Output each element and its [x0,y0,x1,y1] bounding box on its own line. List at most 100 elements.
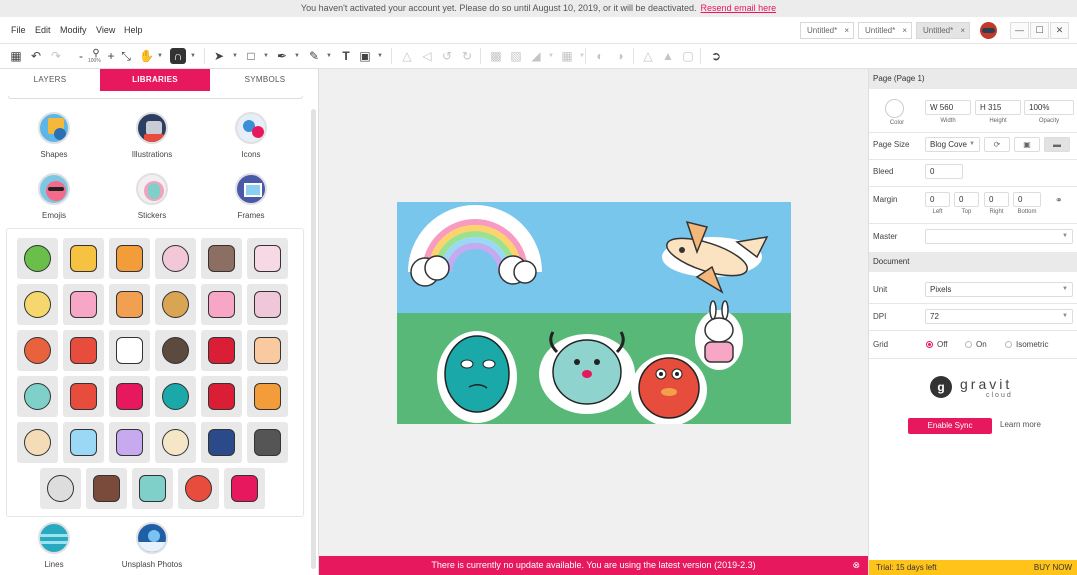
portrait-button[interactable]: ▣ [1014,137,1040,152]
library-emojis[interactable]: Emojis [9,173,99,220]
image-tool-icon[interactable]: ▣ [358,49,372,63]
sticker-crab-red[interactable] [63,376,104,417]
library-illustrations[interactable]: Illustrations [107,112,197,159]
margin-bottom-field[interactable]: 0 [1013,192,1041,207]
library-icons[interactable]: Icons [206,112,296,159]
close-tab-icon[interactable]: × [902,23,907,38]
sticker-fox-glasses[interactable] [109,284,150,325]
tab-libraries[interactable]: LIBRARIES [100,69,210,91]
sticker-watermelon[interactable] [178,468,219,509]
master-select[interactable]: ▼ [925,229,1073,244]
pointer-tool-icon[interactable]: ➤ [212,49,226,63]
margin-top-field[interactable]: 0 [954,192,979,207]
resend-email-link[interactable]: Resend email here [701,3,777,13]
sticker-rainbow-cat[interactable] [17,284,58,325]
text-tool-icon[interactable]: T [339,49,353,63]
chevron-down-icon[interactable]: ▼ [377,53,383,59]
color-swatch[interactable] [885,99,904,118]
mask-icon[interactable]: ◐ [593,49,607,63]
export-icon[interactable]: ➲ [709,49,723,63]
sticker-banana[interactable] [63,238,104,279]
library-search-input[interactable] [8,96,303,99]
enable-sync-button[interactable]: Enable Sync [908,418,992,434]
align-icon[interactable]: ▦ [560,49,574,63]
ungroup-icon[interactable]: ▧ [509,49,523,63]
sticker-unicorn[interactable] [132,468,173,509]
group-icon[interactable]: ▩ [489,49,503,63]
menu-modify[interactable]: Modify [60,25,87,35]
learn-more-link[interactable]: Learn more [1000,420,1041,429]
sticker-skull[interactable] [155,422,196,463]
document-tab-1[interactable]: Untitled* × [800,22,854,39]
library-stickers[interactable]: Stickers [107,173,197,220]
outline-icon[interactable]: ▲ [661,49,675,63]
chevron-down-icon[interactable]: ▼ [294,53,300,59]
chevron-down-icon[interactable]: ▼ [157,53,163,59]
grid-isometric-radio[interactable] [1005,341,1012,348]
sticker-ghost[interactable] [109,330,150,371]
sticker-shell[interactable] [109,422,150,463]
boolean-icon[interactable]: ◑ [613,49,627,63]
zoom-in-icon[interactable]: + [104,49,118,63]
redo-icon[interactable]: ↷ [49,49,63,63]
sticker-unicorn-cat[interactable] [247,238,288,279]
rotate-page-button[interactable]: ⟳ [984,137,1010,152]
close-tab-icon[interactable]: × [960,23,965,38]
dpi-select[interactable]: 72 ▼ [925,309,1073,324]
margin-right-field[interactable]: 0 [984,192,1009,207]
tab-layers[interactable]: LAYERS [0,69,100,91]
document-tab-3[interactable]: Untitled* × [916,22,970,39]
sticker-headphones[interactable] [155,330,196,371]
sticker-cat-face[interactable] [155,238,196,279]
library-shapes[interactable]: Shapes [9,112,99,159]
zoom-out-icon[interactable]: - [74,49,88,63]
sticker-bag-out[interactable] [201,422,242,463]
opacity-field[interactable]: 100% [1024,100,1074,115]
bleed-field[interactable]: 0 [925,164,963,179]
arrange-icon[interactable]: ◢ [529,49,543,63]
grid-off-radio[interactable] [926,341,933,348]
sticker-alien[interactable] [17,238,58,279]
margin-left-field[interactable]: 0 [925,192,950,207]
menu-edit[interactable]: Edit [35,25,51,35]
sticker-fries[interactable] [63,330,104,371]
sticker-umbrella[interactable] [86,468,127,509]
chevron-down-icon[interactable]: ▼ [232,53,238,59]
sticker-troll-face[interactable] [40,468,81,509]
undo-icon[interactable]: ↶ [29,49,43,63]
minimize-button[interactable]: — [1010,22,1029,39]
sticker-lips[interactable] [201,376,242,417]
sticker-fox[interactable] [17,330,58,371]
page-size-select[interactable]: Blog Cove ▼ [925,137,980,152]
close-status-icon[interactable]: ⊗ [852,556,860,575]
width-field[interactable]: W 560 [925,100,971,115]
sticker-lightning[interactable] [109,238,150,279]
library-lines[interactable]: Lines [9,522,99,569]
library-unsplash[interactable]: Unsplash Photos [107,522,197,569]
rotate-right-icon[interactable]: ↻ [460,49,474,63]
document-tab-2[interactable]: Untitled* × [858,22,912,39]
tab-symbols[interactable]: SYMBOLS [215,69,315,91]
sticker-camera[interactable] [201,238,242,279]
sticker-airplane[interactable] [17,422,58,463]
menu-help[interactable]: Help [124,25,143,35]
sticker-tulip[interactable] [247,284,288,325]
flip-vertical-icon[interactable]: ◁ [420,49,434,63]
rotate-left-icon[interactable]: ↺ [440,49,454,63]
menu-file[interactable]: File [11,25,26,35]
sticker-monster-blue[interactable] [17,376,58,417]
path-ops-icon[interactable]: △ [641,49,655,63]
chevron-down-icon[interactable]: ▼ [326,53,332,59]
artboard-page[interactable] [397,202,791,424]
user-avatar[interactable] [980,22,997,39]
flip-horizontal-icon[interactable]: △ [400,49,414,63]
snap-magnet-icon[interactable]: ∩ [170,48,186,64]
sticker-star-tattoo[interactable] [247,422,288,463]
pencil-tool-icon[interactable]: ✎ [307,49,321,63]
sticker-donut[interactable] [201,284,242,325]
landscape-button[interactable]: ▬ [1044,137,1070,152]
sticker-doge[interactable] [155,284,196,325]
sticker-monster-pink[interactable] [109,376,150,417]
unit-select[interactable]: Pixels ▼ [925,282,1073,297]
sticker-cupcake[interactable] [63,284,104,325]
